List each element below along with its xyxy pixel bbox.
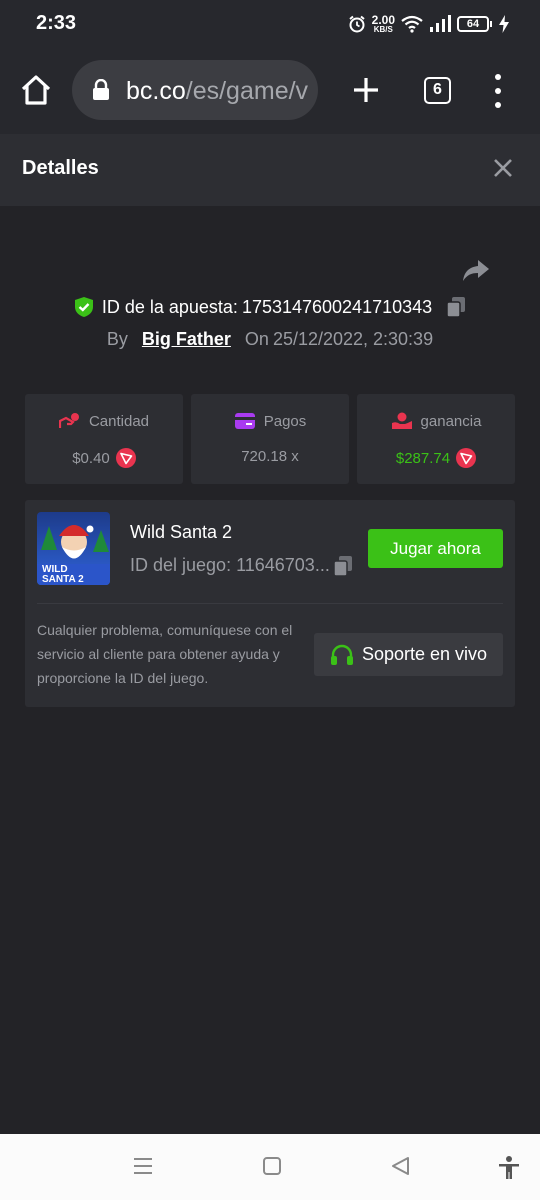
game-card: WILD SANTA 2 Wild Santa 2 ID del juego: … — [25, 500, 515, 707]
modal-header: Detalles — [0, 134, 540, 206]
lock-icon — [93, 79, 109, 100]
game-thumbnail[interactable]: WILD SANTA 2 — [37, 512, 110, 585]
accessibility-icon[interactable] — [498, 1156, 520, 1180]
charging-icon — [499, 15, 509, 33]
status-time: 2:33 — [36, 12, 77, 34]
stat-profit: ganancia $287.74 — [357, 394, 515, 484]
url-host: bc.co — [126, 77, 186, 105]
divider — [37, 603, 503, 604]
amount-label: Cantidad — [88, 412, 150, 430]
bet-datetime: 25/12/2022, 2:30:39 — [272, 328, 434, 349]
home-square-icon[interactable] — [262, 1156, 282, 1176]
alarm-icon — [349, 15, 365, 33]
home-icon[interactable] — [18, 72, 54, 108]
amount-value: $0.40 — [72, 449, 110, 467]
by-label: By — [106, 328, 128, 349]
overflow-menu-icon[interactable] — [486, 74, 510, 108]
address-bar[interactable]: bc.co/es/game/v — [72, 60, 318, 120]
support-help-text: Cualquier problema, comuníquese con el s… — [37, 622, 293, 686]
back-triangle-icon[interactable] — [390, 1156, 410, 1176]
money-hand-icon — [58, 413, 79, 428]
payout-label: Pagos — [263, 412, 307, 430]
copy-icon[interactable] — [333, 555, 353, 577]
payout-value: 720.18 x — [241, 448, 299, 465]
game-name: Wild Santa 2 — [130, 522, 233, 542]
thumb-title-line2: SANTA 2 — [42, 574, 84, 585]
card-icon — [234, 413, 255, 429]
status-bar: 2:33 2.00 KB/S 64 — [0, 0, 540, 48]
live-support-label: Soporte en vivo — [361, 644, 488, 664]
bet-id-value: 1753147600241710343 — [241, 296, 433, 317]
verified-shield-icon — [74, 297, 93, 317]
browser-toolbar: bc.co/es/game/v 6 — [0, 48, 540, 134]
network-speed: 2.00 KB/S — [372, 14, 395, 34]
system-nav-bar — [0, 1134, 540, 1200]
close-icon[interactable] — [492, 157, 514, 179]
on-label: On — [244, 328, 269, 349]
bet-id-label: ID de la apuesta: — [101, 296, 238, 317]
bet-author-row: By Big Father On 25/12/2022, 2:30:39 — [0, 326, 540, 352]
headset-icon — [330, 644, 353, 665]
new-tab-icon[interactable] — [348, 72, 384, 108]
play-now-button[interactable]: Jugar ahora — [368, 529, 503, 568]
battery-icon: 64 — [457, 16, 492, 32]
thumb-title: WILD SANTA 2 — [42, 565, 84, 585]
signal-icon — [430, 15, 451, 32]
stat-payout: Pagos 720.18 x — [191, 394, 349, 484]
share-icon[interactable] — [462, 256, 490, 284]
tab-switcher-button[interactable]: 6 — [424, 77, 451, 104]
status-icons: 2.00 KB/S 64 — [348, 12, 510, 36]
wifi-icon — [401, 15, 423, 33]
url-path: /es/game/v — [185, 77, 309, 105]
bet-id-row: ID de la apuesta: 1753147600241710343 — [0, 294, 540, 320]
url-text: bc.co/es/game/v — [126, 77, 308, 106]
network-speed-unit: KB/S — [373, 25, 393, 34]
game-id: ID del juego: 11646703... — [130, 555, 330, 575]
trx-coin-icon — [456, 448, 477, 468]
profit-label: ganancia — [420, 412, 482, 430]
copy-icon[interactable] — [446, 296, 466, 318]
stat-amount: Cantidad $0.40 — [25, 394, 183, 484]
live-support-button[interactable]: Soporte en vivo — [314, 633, 503, 676]
battery-level: 64 — [457, 16, 489, 32]
profit-hand-icon — [391, 412, 412, 429]
recents-menu-icon[interactable] — [133, 1156, 153, 1176]
modal-title: Detalles — [22, 157, 99, 179]
profit-value: $287.74 — [395, 449, 451, 467]
player-name-link[interactable]: Big Father — [142, 329, 231, 350]
trx-coin-icon — [115, 448, 136, 468]
